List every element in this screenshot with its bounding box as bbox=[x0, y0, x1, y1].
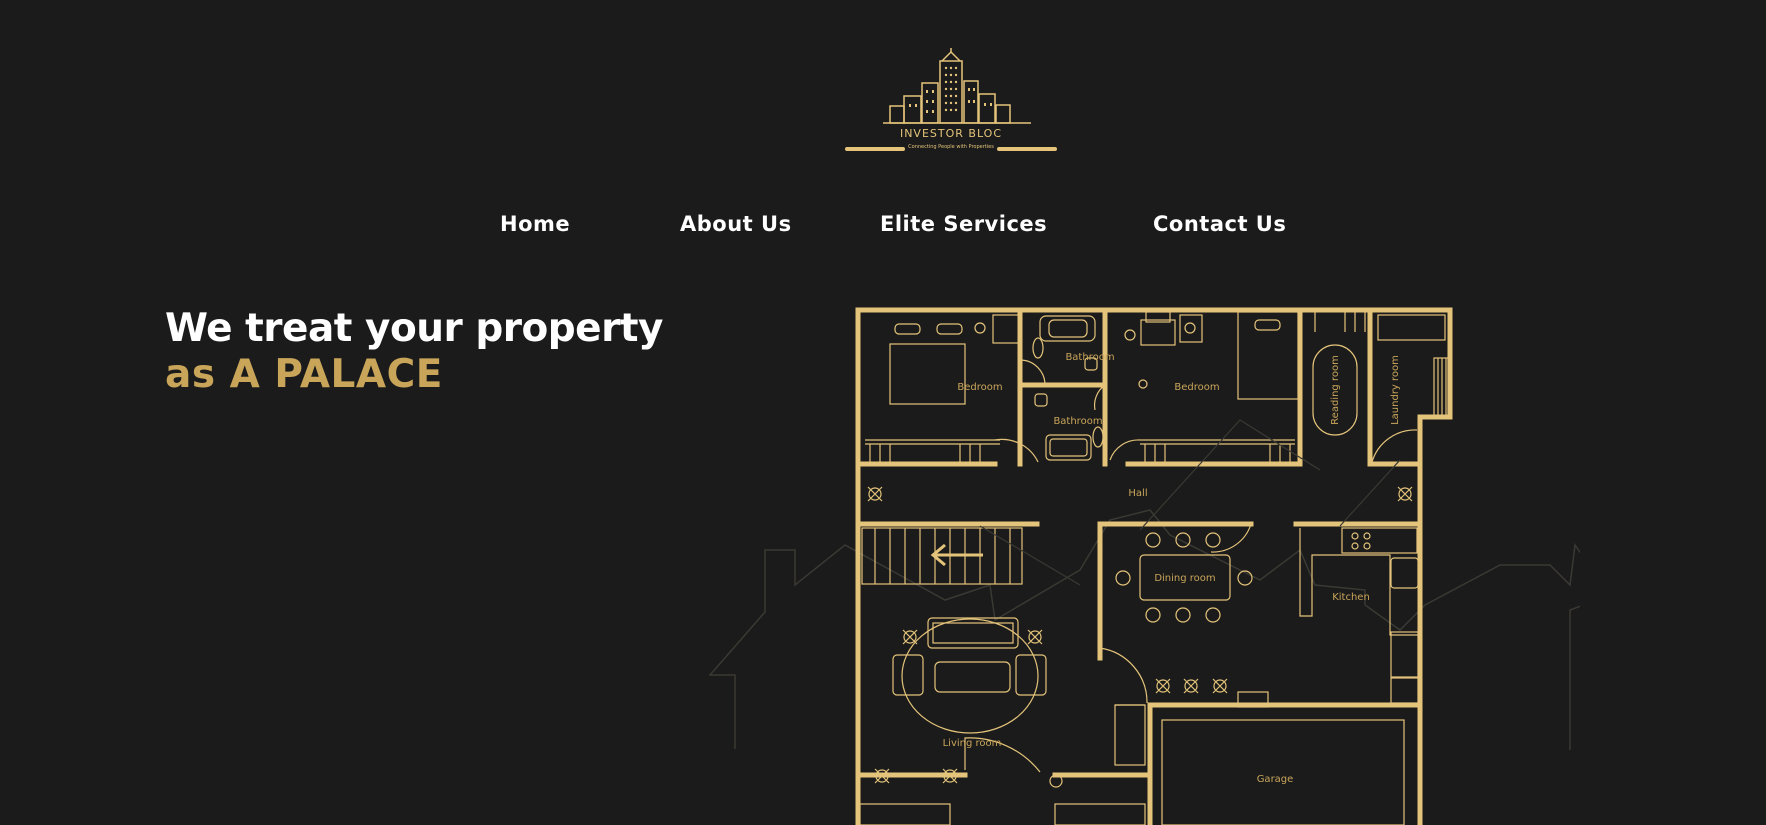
room-label-bathroom: Bathroom bbox=[1053, 416, 1102, 427]
nav-about-us[interactable]: About Us bbox=[680, 212, 792, 236]
hero-heading-line2: as A PALACE bbox=[165, 352, 443, 397]
logo[interactable]: INVESTOR BLOC Connecting People with Pro… bbox=[845, 48, 1057, 156]
room-label-laundry-room: Laundry room bbox=[1390, 355, 1401, 425]
nav-contact-us[interactable]: Contact Us bbox=[1153, 212, 1286, 236]
room-label-reading-room: Reading room bbox=[1330, 355, 1341, 425]
room-label-dining-room: Dining room bbox=[1154, 573, 1215, 584]
nav-home[interactable]: Home bbox=[500, 212, 570, 236]
room-label-bathroom: Bathroom bbox=[1065, 352, 1114, 363]
floor-plan-illustration: Bedroom Bathroom Bathroom Bedroom Readin… bbox=[708, 307, 1580, 825]
room-label-bedroom: Bedroom bbox=[1174, 382, 1219, 393]
hero-heading-line1: We treat your property bbox=[165, 306, 663, 351]
brand-tagline: Connecting People with Properties bbox=[908, 144, 994, 150]
room-label-garage: Garage bbox=[1257, 774, 1294, 785]
stairs-arrow-icon bbox=[930, 543, 983, 567]
room-label-living-room: Living room bbox=[943, 738, 1002, 749]
brand-name: INVESTOR BLOC bbox=[899, 127, 1003, 140]
nav-elite-services[interactable]: Elite Services bbox=[880, 212, 1047, 236]
room-label-hall: Hall bbox=[1128, 488, 1147, 499]
room-label-bedroom: Bedroom bbox=[957, 382, 1002, 393]
room-label-kitchen: Kitchen bbox=[1332, 592, 1370, 603]
